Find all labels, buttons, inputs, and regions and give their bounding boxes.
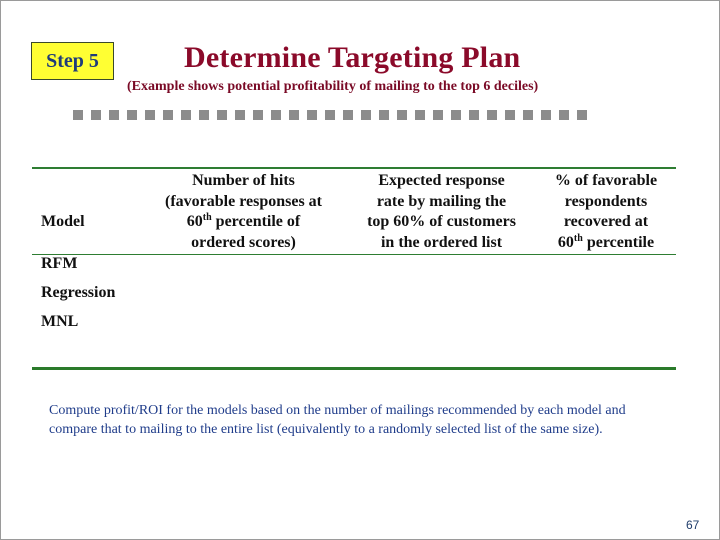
slide-subtitle: (Example shows potential profitability o…: [127, 79, 539, 94]
divider-dot: [415, 110, 425, 120]
divider-dot: [379, 110, 389, 120]
divider-dot: [145, 110, 155, 120]
divider-dot: [343, 110, 353, 120]
header-hits-line1: Number of hits: [192, 172, 295, 189]
header-rate-line4: in the ordered list: [380, 233, 503, 251]
divider-dot: [271, 110, 281, 120]
table-header-rule: [32, 254, 676, 255]
header-pct-rest: percentile: [582, 233, 655, 251]
divider-dot: [433, 110, 443, 120]
divider-dot: [289, 110, 299, 120]
header-pct-line4: 60th percentile: [536, 233, 676, 254]
table-top-rule: [32, 167, 676, 169]
step-badge: Step 5: [31, 42, 114, 80]
header-hits-line4: ordered scores): [191, 233, 296, 251]
decorative-dot-divider: [73, 110, 587, 120]
header-hits-line2: (favorable responses at: [164, 192, 323, 210]
divider-dot: [181, 110, 191, 120]
divider-dot: [505, 110, 515, 120]
header-rate-line1: Expected response: [378, 172, 505, 189]
header-hits-line3: 60th percentile of: [141, 212, 346, 233]
divider-dot: [487, 110, 497, 120]
slide-title: Determine Targeting Plan: [184, 41, 521, 74]
header-pct-line3: recovered at: [563, 213, 649, 230]
header-number-of-hits: Number of hits (favorable responses at 6…: [141, 171, 346, 253]
header-expected-response-rate: Expected response rate by mailing the to…: [344, 171, 539, 253]
divider-dot: [325, 110, 335, 120]
divider-dot: [577, 110, 587, 120]
header-pct-line1: % of favorable: [554, 172, 658, 189]
table-bottom-rule: [32, 367, 676, 370]
table-row-regression: Regression: [41, 284, 116, 301]
header-pct-sup: th: [573, 232, 583, 244]
header-hits-sup: th: [202, 212, 212, 223]
divider-dot: [163, 110, 173, 120]
divider-dot: [91, 110, 101, 120]
divider-dot: [541, 110, 551, 120]
divider-dot: [307, 110, 317, 120]
header-pct-favorable-recovered: % of favorable respondents recovered at …: [536, 171, 676, 253]
divider-dot: [73, 110, 83, 120]
divider-dot: [199, 110, 209, 120]
page-number: 67: [686, 518, 700, 532]
divider-dot: [397, 110, 407, 120]
divider-dot: [235, 110, 245, 120]
divider-dot: [109, 110, 119, 120]
divider-dot: [559, 110, 569, 120]
divider-dot: [217, 110, 227, 120]
header-pct-num: 60: [557, 233, 574, 251]
divider-dot: [469, 110, 479, 120]
slide: Step 5 Determine Targeting Plan (Example…: [0, 0, 720, 540]
divider-dot: [523, 110, 533, 120]
header-hits-num: 60: [186, 213, 203, 230]
header-pct-line2: respondents: [564, 192, 648, 210]
header-rate-line3: top 60% of customers: [367, 213, 516, 230]
divider-dot: [361, 110, 371, 120]
header-rate-line2: rate by mailing the: [376, 192, 507, 210]
divider-dot: [451, 110, 461, 120]
divider-dot: [127, 110, 137, 120]
header-hits-rest: percentile of: [211, 213, 301, 230]
instruction-note: Compute profit/ROI for the models based …: [49, 403, 626, 437]
table-row-mnl: MNL: [41, 313, 79, 330]
header-model: Model: [41, 213, 85, 230]
table-row-rfm: RFM: [41, 255, 78, 272]
divider-dot: [253, 110, 263, 120]
